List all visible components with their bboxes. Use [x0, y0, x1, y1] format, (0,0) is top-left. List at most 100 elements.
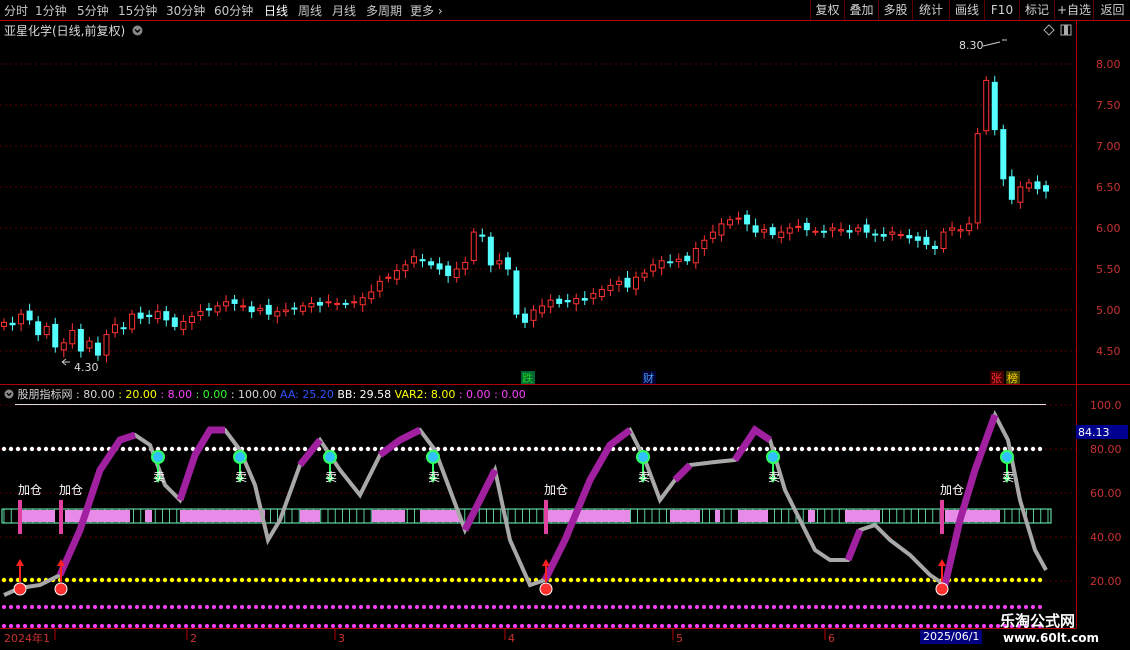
dot — [568, 446, 574, 452]
dot — [954, 605, 958, 609]
dot — [814, 605, 818, 609]
dot — [568, 577, 574, 583]
dot — [646, 605, 650, 609]
dot — [701, 577, 707, 583]
ribbon-segment — [20, 510, 55, 522]
curve-purple — [541, 427, 633, 582]
dot — [205, 605, 209, 609]
dot — [296, 624, 300, 628]
dot — [596, 577, 602, 583]
kline-chart[interactable]: 8.30 4.30 跌 财 张 榜 加仓 加仓 加仓 加仓 卖 卖 卖 卖 卖 卖 卖 84.13… — [0, 0, 1130, 650]
buy-arrow-markers — [13, 559, 949, 596]
dot — [548, 624, 552, 628]
indicator-value: : 0.00 — [195, 388, 228, 401]
dot — [387, 605, 391, 609]
candle-down — [581, 298, 588, 301]
dot — [954, 624, 958, 628]
dot — [947, 605, 951, 609]
dot — [491, 577, 497, 583]
dot — [506, 605, 510, 609]
candle-up — [1, 321, 7, 327]
dot — [520, 624, 524, 628]
dot — [401, 624, 405, 628]
dot — [289, 605, 293, 609]
dot — [576, 624, 580, 628]
dot — [862, 446, 868, 452]
dot — [674, 624, 678, 628]
dot — [995, 577, 1001, 583]
dot — [85, 577, 91, 583]
candle-down — [77, 329, 84, 352]
candle-up — [402, 264, 409, 272]
dot — [505, 577, 511, 583]
dot — [471, 624, 475, 628]
dot — [786, 624, 790, 628]
dot — [247, 624, 251, 628]
add-position-bar — [59, 500, 63, 534]
dot — [744, 624, 748, 628]
dot — [225, 446, 231, 452]
price-label: 6.00 — [1096, 222, 1121, 235]
indicator-axis-label: 40.00 — [1090, 531, 1122, 544]
sell-icon — [636, 450, 650, 464]
dot — [400, 577, 406, 583]
dot — [939, 446, 945, 452]
dot — [639, 624, 643, 628]
dot — [23, 605, 27, 609]
dot — [526, 446, 532, 452]
dot — [610, 577, 616, 583]
candle-down — [820, 230, 827, 233]
dot — [247, 605, 251, 609]
dot — [106, 577, 112, 583]
ribbon-segment — [300, 510, 320, 522]
dot — [232, 577, 238, 583]
dot — [680, 446, 686, 452]
dot — [653, 605, 657, 609]
candle-down — [1008, 176, 1015, 200]
dot — [856, 624, 860, 628]
dot — [65, 624, 69, 628]
candle-down — [931, 245, 938, 249]
dot — [30, 624, 34, 628]
candlesticks — [1, 75, 1049, 363]
dot — [64, 446, 70, 452]
dot — [450, 605, 454, 609]
dot — [590, 605, 594, 609]
ribbon-segment — [65, 510, 130, 522]
dot — [960, 446, 966, 452]
sell-label: 卖 — [428, 470, 440, 484]
dot — [253, 446, 259, 452]
dot — [51, 605, 55, 609]
dot — [666, 446, 672, 452]
dot — [338, 605, 342, 609]
dot — [814, 624, 818, 628]
dot — [268, 624, 272, 628]
dot — [687, 446, 693, 452]
dot — [324, 605, 328, 609]
dot — [554, 446, 560, 452]
chevron-down-icon[interactable] — [4, 389, 14, 399]
dot — [302, 446, 308, 452]
candle-down — [445, 265, 452, 277]
dot — [58, 624, 62, 628]
candle-down — [137, 312, 144, 319]
dot — [261, 624, 265, 628]
dot — [191, 624, 195, 628]
candle-up — [726, 219, 733, 226]
dot — [141, 446, 147, 452]
dot — [380, 624, 384, 628]
dot — [534, 624, 538, 628]
candle-up — [214, 305, 221, 313]
indicator-info-bar[interactable]: 股朋指标网 : 80.00 : 20.00 : 8.00 : 0.00 : 10… — [4, 386, 526, 402]
dot — [960, 577, 966, 583]
dot — [681, 624, 685, 628]
dot — [513, 605, 517, 609]
dot — [23, 624, 27, 628]
dot — [219, 605, 223, 609]
dot — [86, 605, 90, 609]
dot — [730, 624, 734, 628]
dot — [135, 624, 139, 628]
candle-down — [744, 214, 751, 225]
dot — [835, 605, 839, 609]
sell-label: 卖 — [768, 470, 780, 484]
